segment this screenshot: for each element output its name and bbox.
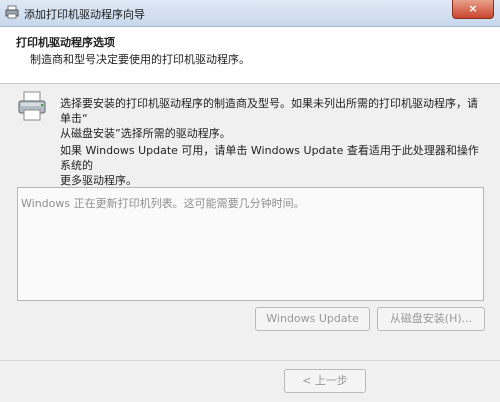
driver-list[interactable]: Windows 正在更新打印机列表。这可能需要几分钟时间。 (17, 187, 484, 301)
footer-divider (0, 360, 500, 361)
printer-icon (5, 5, 19, 19)
description-line: 选择要安装的打印机驱动程序的制造商及型号。如果未列出所需的打印机驱动程序，请单击… (60, 97, 478, 125)
description-line: 更多驱动程序。 (60, 174, 137, 187)
windows-update-button[interactable]: Windows Update (255, 307, 370, 331)
list-status-text: Windows 正在更新打印机列表。这可能需要几分钟时间。 (21, 197, 305, 210)
description-driver-choice: 选择要安装的打印机驱动程序的制造商及型号。如果未列出所需的打印机驱动程序，请单击… (60, 96, 480, 141)
close-button[interactable]: × (452, 0, 494, 19)
title-bar: 添加打印机驱动程序向导 × (0, 0, 500, 27)
description-line: 从磁盘安装”选择所需的驱动程序。 (60, 127, 231, 140)
have-disk-button[interactable]: 从磁盘安装(H)... (377, 307, 485, 331)
wizard-header: 打印机驱动程序选项 制造商和型号决定要使用的打印机驱动程序。 (0, 27, 500, 84)
header-title: 打印机驱动程序选项 (16, 36, 115, 49)
description-windows-update: 如果 Windows Update 可用，请单击 Windows Update … (60, 143, 480, 188)
printer-icon (18, 91, 46, 121)
description-line: 如果 Windows Update 可用，请单击 Windows Update … (60, 144, 479, 172)
header-subtitle: 制造商和型号决定要使用的打印机驱动程序。 (30, 53, 250, 66)
window-title: 添加打印机驱动程序向导 (24, 8, 145, 21)
back-button[interactable]: < 上一步 (284, 369, 366, 393)
